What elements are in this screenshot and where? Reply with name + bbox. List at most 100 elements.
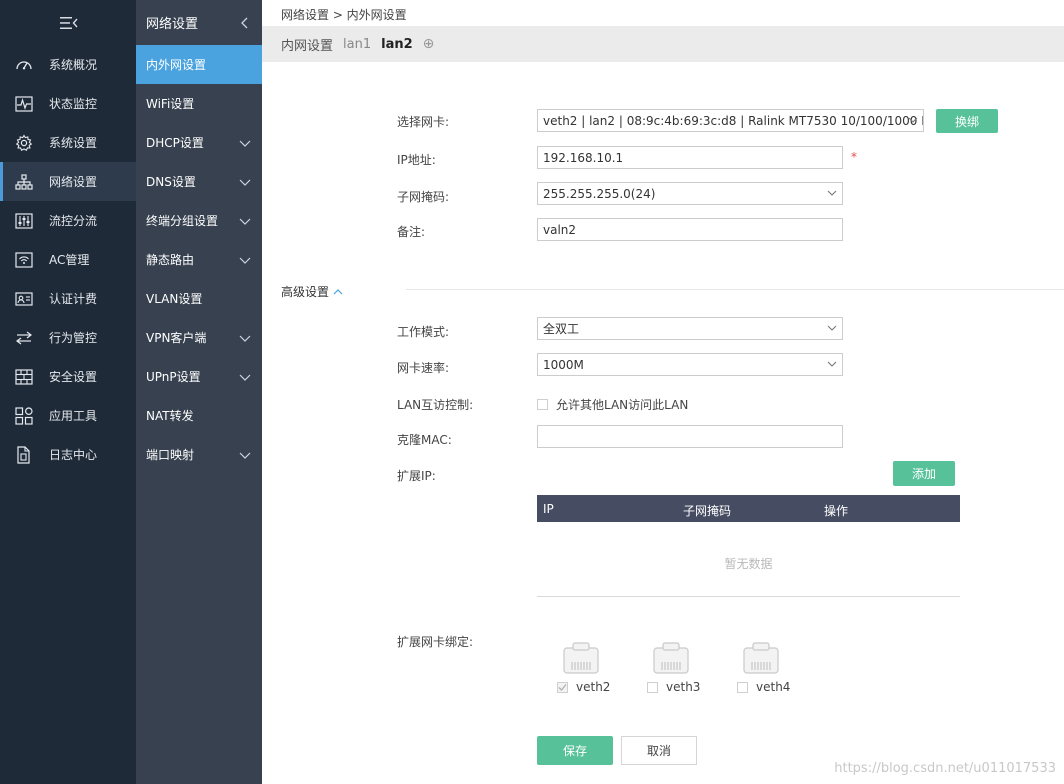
table-header-actions: 操作 [824, 504, 849, 518]
mask-select-value: 255.255.255.0(24) [543, 186, 656, 201]
save-button[interactable]: 保存 [537, 736, 613, 765]
sidebar-item-overview[interactable]: 系统概况 [0, 45, 136, 84]
port-label: veth4 [756, 680, 791, 694]
sidebar-item-label: 认证计费 [49, 292, 98, 306]
tab-lan1[interactable]: lan1 [343, 37, 371, 52]
secondary-sidebar-header: 网络设置 [136, 0, 262, 45]
add-tab-icon[interactable]: ⊕ [423, 36, 435, 52]
note-input[interactable]: valn2 [537, 218, 843, 241]
submenu-item-port-mapping[interactable]: 端口映射 [136, 435, 262, 474]
network-icon [15, 173, 33, 190]
chevron-down-icon [239, 140, 251, 147]
lan-access-checkbox-row[interactable]: 允许其他LAN访问此LAN [537, 396, 688, 413]
port-veth3-checkbox[interactable] [647, 681, 658, 693]
chevron-down-icon [239, 374, 251, 381]
submenu-item-nat[interactable]: NAT转发 [136, 396, 262, 435]
rebind-button[interactable]: 换绑 [936, 109, 998, 133]
sliders-icon [15, 212, 33, 229]
main-content: 网络设置 > 内外网设置 内网设置 lan1 lan2 ⊕ 选择网卡: veth… [262, 0, 1064, 784]
sidebar-item-label: 日志中心 [49, 448, 98, 462]
table-header-mask: 子网掩码 [683, 504, 732, 518]
submenu-item-label: WiFi设置 [146, 97, 195, 111]
required-mark: * [851, 150, 857, 164]
menu-toggle[interactable] [0, 0, 136, 45]
ext-ip-label: 扩展IP: [397, 469, 436, 483]
document-icon [17, 445, 30, 464]
sidebar-item-label: 网络设置 [49, 175, 98, 189]
ethernet-port-icon [563, 642, 599, 674]
port-veth3-checkbox-row[interactable]: veth3 [647, 680, 700, 694]
tab-lan2[interactable]: lan2 [381, 37, 413, 52]
chevron-down-icon [827, 325, 837, 331]
ext-nic-label: 扩展网卡绑定: [397, 635, 474, 649]
port-veth4-checkbox-row[interactable]: veth4 [737, 680, 790, 694]
clone-mac-input[interactable] [537, 425, 843, 448]
menu-collapse-icon[interactable] [58, 15, 78, 31]
table-empty-text: 暂无数据 [724, 557, 773, 571]
ip-input[interactable]: 192.168.10.1 [537, 146, 843, 169]
speed-select[interactable]: 1000M [537, 353, 843, 376]
submenu-item-dhcp[interactable]: DHCP设置 [136, 123, 262, 162]
submenu-item-label: DHCP设置 [146, 136, 204, 150]
ethernet-port-icon [743, 642, 779, 674]
chevron-down-icon [239, 335, 251, 342]
submenu-item-label: 端口映射 [146, 448, 195, 462]
nic-label: 选择网卡: [397, 115, 450, 129]
port-veth4-checkbox[interactable] [737, 681, 748, 693]
speed-label: 网卡速率: [397, 361, 450, 375]
chevron-down-icon [827, 190, 837, 196]
mode-select[interactable]: 全双工 [537, 317, 843, 340]
submenu-item-vpn-client[interactable]: VPN客户端 [136, 318, 262, 357]
submenu-item-upnp[interactable]: UPnP设置 [136, 357, 262, 396]
submenu-item-dns[interactable]: DNS设置 [136, 162, 262, 201]
collapse-left-icon[interactable] [240, 17, 250, 29]
sidebar-item-security[interactable]: 安全设置 [0, 357, 136, 396]
ext-ip-table-header: IP 子网掩码 操作 [537, 495, 960, 522]
submenu-item-label: UPnP设置 [146, 370, 201, 384]
advanced-toggle[interactable]: 高级设置 [281, 283, 343, 300]
submenu-item-static-route[interactable]: 静态路由 [136, 240, 262, 279]
mask-select[interactable]: 255.255.255.0(24) [537, 182, 843, 205]
submenu-item-lan-wan[interactable]: 内外网设置 [136, 45, 262, 84]
sidebar-item-network-settings[interactable]: 网络设置 [0, 162, 136, 201]
advanced-divider [406, 289, 1064, 290]
firewall-icon [15, 368, 33, 385]
sidebar-item-log-center[interactable]: 日志中心 [0, 435, 136, 474]
sidebar-item-flow-control[interactable]: 流控分流 [0, 201, 136, 240]
chevron-down-icon [239, 452, 251, 459]
chevron-down-icon [239, 179, 251, 186]
submenu-item-vlan[interactable]: VLAN设置 [136, 279, 262, 318]
submenu-item-terminal-group[interactable]: 终端分组设置 [136, 201, 262, 240]
nic-select-value: veth2 | lan2 | 08:9c:4b:69:3c:d8 | Ralin… [543, 113, 923, 128]
watermark: https://blog.csdn.net/u011017533 [834, 761, 1056, 776]
submenu-item-label: 终端分组设置 [146, 214, 219, 228]
sidebar-item-label: 流控分流 [49, 214, 98, 228]
apps-icon [15, 406, 33, 425]
pulse-icon [15, 95, 33, 112]
sidebar-item-label: 应用工具 [49, 409, 98, 423]
lan-access-text: 允许其他LAN访问此LAN [556, 398, 689, 412]
submenu-item-wifi[interactable]: WiFi设置 [136, 84, 262, 123]
port-veth2-checkbox[interactable] [557, 681, 568, 693]
cancel-button[interactable]: 取消 [621, 736, 697, 765]
sidebar-item-label: 系统设置 [49, 136, 98, 150]
add-ext-ip-button[interactable]: 添加 [893, 461, 955, 486]
lan-access-checkbox[interactable] [537, 399, 548, 410]
ethernet-port-icon [653, 642, 689, 674]
port-veth2-checkbox-row[interactable]: veth2 [557, 680, 610, 694]
speed-select-value: 1000M [543, 357, 584, 372]
nic-select[interactable]: veth2 | lan2 | 08:9c:4b:69:3c:d8 | Ralin… [537, 109, 924, 132]
port-label: veth2 [576, 680, 611, 694]
sidebar-item-monitor[interactable]: 状态监控 [0, 84, 136, 123]
secondary-sidebar: 网络设置 内外网设置 WiFi设置 DHCP设置 DNS设置 终端分组设置 静态… [136, 0, 262, 784]
gear-icon [15, 133, 33, 151]
sidebar-item-system-settings[interactable]: 系统设置 [0, 123, 136, 162]
table-header-ip: IP [543, 502, 554, 516]
sidebar-item-app-tools[interactable]: 应用工具 [0, 396, 136, 435]
primary-sidebar: 系统概况 状态监控 系统设置 网络设置 流控分流 AC管理 认证计费 行为管控 … [0, 0, 136, 784]
sidebar-item-auth-billing[interactable]: 认证计费 [0, 279, 136, 318]
sidebar-item-ac-management[interactable]: AC管理 [0, 240, 136, 279]
sidebar-item-behavior-control[interactable]: 行为管控 [0, 318, 136, 357]
id-card-icon [15, 291, 33, 306]
mask-label: 子网掩码: [397, 190, 450, 204]
